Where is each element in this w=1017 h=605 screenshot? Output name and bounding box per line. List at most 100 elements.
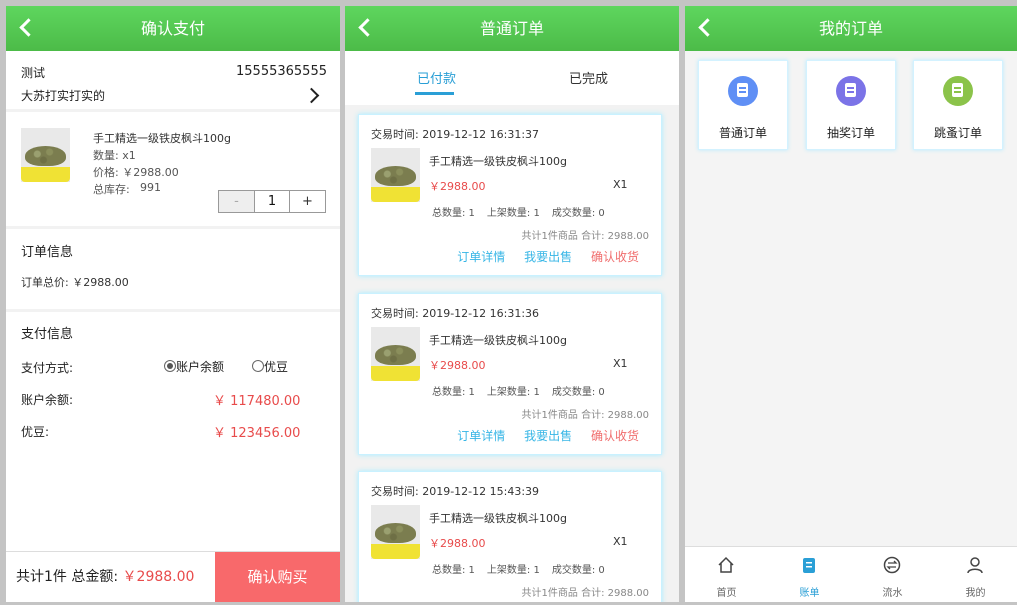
header: 我的订单 — [685, 6, 1017, 51]
pay-option-balance[interactable]: 账户余额 — [164, 358, 224, 375]
edit-icon — [943, 76, 973, 106]
tab-bill[interactable]: 账单 — [768, 547, 851, 602]
balance-value: ￥ 117480.00 — [213, 394, 301, 409]
order-card[interactable]: 交易时间: 2019-12-12 16:31:37 手工精选一级铁皮枫斗100g… — [358, 114, 662, 276]
order-total: 订单总价: ￥2988.00 — [21, 276, 129, 289]
normal-orders-screen: 普通订单 已付款 已完成 交易时间: 2019-12-12 16:31:37 手… — [345, 6, 679, 602]
tab-label: 首页 — [716, 588, 737, 599]
product-multiplier: X1 — [613, 178, 628, 191]
flea-orders-card[interactable]: 跳蚤订单 — [913, 60, 1003, 150]
my-orders-screen: 我的订单 普通订单 抽奖订单 跳蚤订单 首页 账单 流水 我的 — [685, 6, 1017, 602]
exchange-icon — [883, 556, 901, 574]
order-sum: 共计1件商品 合计: 2988.00 — [521, 231, 649, 242]
lottery-icon — [836, 76, 866, 106]
minus-button[interactable]: - — [219, 191, 255, 212]
tab-completed[interactable]: 已完成 — [569, 68, 608, 87]
quantity-stepper: - 1 + — [218, 190, 326, 213]
tab-paid-label: 已付款 — [417, 72, 457, 87]
document-icon — [728, 76, 758, 106]
listed-qty: 上架数量: 1 — [486, 208, 540, 219]
product-image — [371, 148, 420, 202]
user-icon — [967, 557, 983, 574]
plus-button[interactable]: + — [290, 191, 325, 212]
pay-option-balance-label: 账户余额 — [176, 360, 225, 374]
product-price: ￥2988.00 — [429, 537, 486, 550]
back-arrow-icon[interactable] — [698, 18, 717, 37]
product-image — [21, 128, 70, 182]
page-title: 确认支付 — [140, 19, 205, 38]
quantity-input[interactable]: 1 — [255, 191, 290, 212]
tab-paid[interactable]: 已付款 — [415, 68, 457, 95]
listed-qty: 上架数量: 1 — [486, 387, 540, 398]
confirm-receipt-link[interactable]: 确认收货 — [591, 250, 639, 264]
footer-total: ￥2988.00 — [122, 569, 195, 585]
balance-label: 账户余额: — [21, 393, 74, 407]
order-card[interactable]: 交易时间: 2019-12-12 16:31:36 手工精选一级铁皮枫斗100g… — [358, 293, 662, 455]
confirm-purchase-button[interactable]: 确认购买 — [215, 552, 340, 602]
bill-icon — [803, 558, 815, 573]
order-date: 交易时间: 2019-12-12 15:43:39 — [371, 485, 540, 498]
radio-unchecked-icon — [252, 360, 264, 372]
product-name: 手工精选一级铁皮枫斗100g — [429, 334, 567, 347]
order-info-title: 订单信息 — [21, 245, 74, 260]
header: 确认支付 — [6, 6, 340, 51]
contact-phone: 15555365555 — [236, 64, 327, 79]
tab-home[interactable]: 首页 — [685, 547, 768, 602]
total-qty: 总数量: 1 — [432, 387, 475, 398]
sell-link[interactable]: 我要出售 — [524, 429, 572, 443]
address-section[interactable]: 测试 15555365555 大苏打实打实的 — [6, 51, 340, 109]
card-label: 普通订单 — [718, 126, 767, 140]
card-label: 抽奖订单 — [826, 126, 875, 140]
total-qty: 总数量: 1 — [432, 208, 475, 219]
order-detail-link[interactable]: 订单详情 — [457, 250, 505, 264]
normal-orders-card[interactable]: 普通订单 — [698, 60, 788, 150]
product-multiplier: X1 — [613, 357, 628, 370]
contact-name: 测试 — [21, 66, 46, 80]
chevron-right-icon — [303, 87, 320, 104]
tab-label: 账单 — [799, 588, 820, 599]
order-date: 交易时间: 2019-12-12 16:31:36 — [371, 307, 540, 320]
bottom-tabbar: 首页 账单 流水 我的 — [685, 546, 1017, 602]
footer-summary: 共计1件 总金额: ￥2988.00 — [16, 566, 194, 586]
checkout-footer: 共计1件 总金额: ￥2988.00 确认购买 — [6, 551, 340, 602]
order-stats: 总数量: 1 上架数量: 1 成交数量: 0 — [432, 204, 617, 219]
order-stats: 总数量: 1 上架数量: 1 成交数量: 0 — [432, 561, 617, 576]
deal-qty: 成交数量: 0 — [551, 387, 605, 398]
product-name: 手工精选一级铁皮枫斗100g — [429, 512, 567, 525]
page-title: 普通订单 — [479, 19, 544, 38]
deal-qty: 成交数量: 0 — [551, 565, 605, 576]
back-arrow-icon[interactable] — [358, 18, 377, 37]
product-price: 价格: ￥2988.00 — [93, 166, 179, 179]
order-stats: 总数量: 1 上架数量: 1 成交数量: 0 — [432, 383, 617, 398]
pay-option-youdou[interactable]: 优豆 — [252, 358, 288, 375]
tab-flow[interactable]: 流水 — [851, 547, 934, 602]
order-actions: 订单详情 我要出售 确认收货 — [442, 427, 639, 444]
product-image — [371, 505, 420, 559]
tab-indicator — [415, 92, 454, 95]
product-image — [371, 327, 420, 381]
stock-label: 总库存: — [93, 183, 130, 196]
product-multiplier: X1 — [613, 535, 628, 548]
order-date: 交易时间: 2019-12-12 16:31:37 — [371, 128, 540, 141]
listed-qty: 上架数量: 1 — [486, 565, 540, 576]
order-actions: 订单详情 我要出售 确认收货 — [442, 248, 639, 265]
home-icon — [718, 556, 734, 573]
tab-label: 我的 — [965, 588, 986, 599]
youdou-value: ￥ 123456.00 — [213, 426, 301, 441]
sell-link[interactable]: 我要出售 — [524, 250, 572, 264]
total-qty: 总数量: 1 — [432, 565, 475, 576]
order-card[interactable]: 交易时间: 2019-12-12 15:43:39 手工精选一级铁皮枫斗100g… — [358, 471, 662, 602]
lottery-orders-card[interactable]: 抽奖订单 — [806, 60, 896, 150]
product-name: 手工精选一级铁皮枫斗100g — [93, 132, 231, 145]
confirm-receipt-link[interactable]: 确认收货 — [591, 429, 639, 443]
product-price: ￥2988.00 — [429, 359, 486, 372]
tab-mine[interactable]: 我的 — [934, 547, 1017, 602]
order-sum: 共计1件商品 合计: 2988.00 — [521, 588, 649, 599]
pay-info-title: 支付信息 — [21, 327, 74, 342]
back-arrow-icon[interactable] — [19, 18, 38, 37]
order-detail-link[interactable]: 订单详情 — [457, 429, 505, 443]
confirm-pay-screen: 确认支付 测试 15555365555 大苏打实打实的 手工精选一级铁皮枫斗10… — [6, 6, 340, 602]
order-info-section: 订单信息 订单总价: ￥2988.00 — [6, 229, 340, 309]
tab-label: 流水 — [882, 588, 903, 599]
header: 普通订单 — [345, 6, 679, 51]
